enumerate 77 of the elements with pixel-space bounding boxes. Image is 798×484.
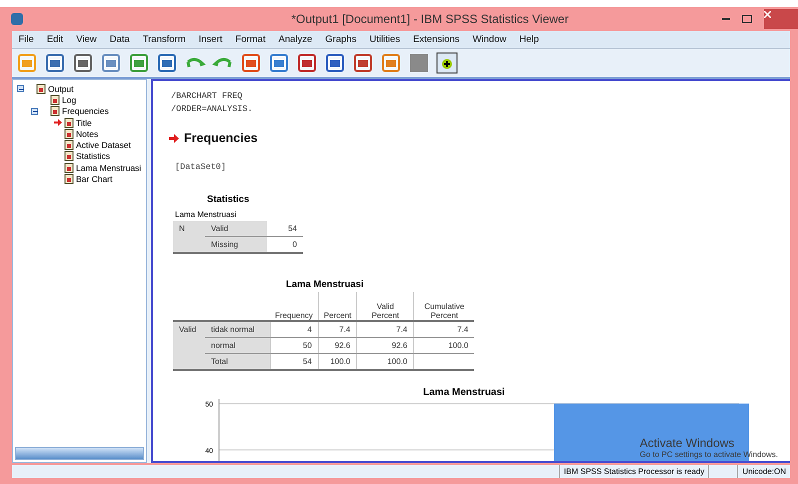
outline-item[interactable]: Notes	[76, 128, 98, 139]
window-title: *Output1 [Document1] - IBM SPSS Statistics Viewer	[290, 12, 570, 26]
outline-item[interactable]: Active Dataset	[76, 140, 131, 150]
document-icon	[64, 128, 74, 139]
outline-item[interactable]: Log	[62, 94, 76, 105]
document-icon	[64, 118, 74, 128]
activation-notice: Activate Windows	[640, 436, 736, 450]
menu-item[interactable]: Transform	[136, 34, 192, 45]
menu-item[interactable]: Help	[512, 34, 546, 45]
column-header: Cumulative Percent	[414, 292, 474, 321]
collapse-icon[interactable]	[17, 85, 24, 92]
encoding-status: Unicode:ON	[737, 465, 790, 478]
row-header: Valid	[173, 321, 205, 338]
status-message: IBM SPSS Statistics Processor is ready	[558, 465, 708, 478]
outline-item[interactable]: Statistics	[76, 151, 110, 162]
app-icon	[10, 12, 24, 26]
table-cell: 50	[270, 338, 318, 354]
syntax-line: /ORDER=ANALYSIS.	[171, 103, 254, 116]
outline-item[interactable]: Title	[76, 118, 92, 128]
table-cell: 7.4	[356, 321, 414, 338]
column-header: Frequency	[270, 292, 318, 321]
table-cell: 4	[270, 321, 318, 338]
column-header: Percent	[318, 292, 357, 321]
table-cell: 100.0	[356, 354, 414, 370]
chart-title: Lama Menstruasi	[423, 387, 505, 398]
row-header: N	[173, 221, 205, 236]
collapse-icon[interactable]	[31, 108, 38, 115]
table-cell: 0	[267, 236, 303, 253]
table-cell: 7.4	[414, 321, 474, 338]
menu-item[interactable]: Utilities	[362, 34, 407, 45]
menu-item[interactable]: Insert	[192, 34, 229, 45]
menu-item[interactable]: Data	[103, 34, 136, 45]
menu-item[interactable]: File	[12, 34, 40, 45]
syntax-line: /BARCHART FREQ	[171, 90, 244, 103]
column-header: Valid Percent	[356, 292, 414, 321]
current-arrow-icon	[169, 134, 179, 142]
document-icon	[64, 174, 74, 184]
table-cell: 100.0	[318, 354, 357, 370]
menu-item[interactable]: Analyze	[272, 34, 319, 45]
row-header: Total	[205, 354, 270, 370]
table-cell: 92.6	[318, 338, 357, 354]
document-icon[interactable]	[352, 52, 374, 74]
row-header: Valid	[205, 221, 267, 236]
row-header: tidak normal	[205, 321, 270, 338]
menu-item[interactable]: Edit	[40, 34, 70, 45]
variable-label: Lama Menstruasi	[175, 210, 238, 219]
outline-item[interactable]: Lama Menstruasi	[76, 162, 142, 173]
outline-item[interactable]: Bar Chart	[76, 174, 112, 184]
row-header: Missing	[205, 236, 267, 253]
dataset-label: [DataSet0]	[175, 162, 228, 172]
outline-item[interactable]: Frequencies	[62, 106, 109, 116]
document-icon	[64, 151, 74, 162]
document-icon	[36, 84, 46, 94]
table-cell: 100.0	[414, 338, 474, 354]
menu-item[interactable]: Graphs	[318, 34, 363, 45]
document-icon	[64, 140, 74, 150]
section-heading: Frequencies	[184, 131, 258, 145]
table-cell: 92.6	[356, 338, 414, 354]
menu-item[interactable]: Extensions	[406, 34, 466, 45]
document-icon	[50, 106, 60, 116]
menu-item[interactable]: Format	[228, 34, 272, 45]
table-title: Lama Menstruasi	[285, 279, 365, 290]
row-header: normal	[205, 338, 270, 354]
table-cell: 7.4	[318, 321, 357, 338]
table-cell: 54	[270, 354, 318, 370]
document-icon	[50, 94, 60, 105]
maximize-button[interactable]	[742, 15, 752, 23]
close-icon	[764, 11, 771, 18]
document-icon	[64, 162, 74, 173]
table-title: Statistics	[207, 194, 250, 205]
menu-item[interactable]: Window	[466, 34, 513, 45]
add-icon[interactable]	[436, 52, 458, 74]
close-button[interactable]	[764, 9, 798, 29]
horizontal-scrollbar[interactable]	[15, 447, 144, 460]
menu-item[interactable]: View	[70, 34, 104, 45]
table-cell: 54	[267, 221, 303, 236]
outline-item[interactable]: Output	[48, 84, 74, 94]
